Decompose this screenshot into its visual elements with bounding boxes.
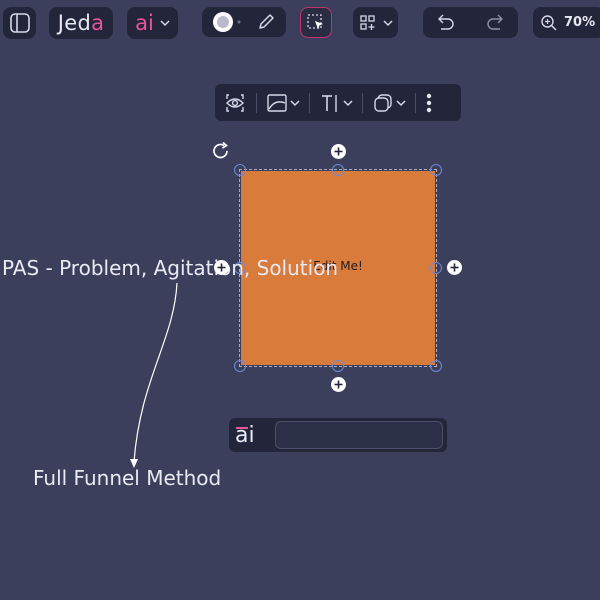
resize-handle-top-left[interactable] bbox=[234, 164, 246, 176]
redo-icon[interactable] bbox=[485, 14, 507, 32]
text-layer-pas[interactable]: PAS - Problem, Agitation, Solution bbox=[2, 256, 338, 280]
history-group bbox=[423, 7, 518, 38]
chevron-down-icon bbox=[290, 99, 300, 106]
sidebar-toggle-button[interactable] bbox=[3, 7, 36, 39]
chevron-down-icon bbox=[160, 20, 170, 27]
ai-logo: ai bbox=[235, 423, 275, 448]
add-element-button[interactable] bbox=[353, 7, 398, 38]
add-connection-bottom-button[interactable] bbox=[331, 377, 346, 392]
ai-prompt-input[interactable] bbox=[275, 421, 443, 449]
more-vertical-icon bbox=[426, 93, 432, 112]
text-cursor-icon bbox=[322, 94, 337, 112]
ai-logo-bar bbox=[236, 426, 248, 429]
selection-cursor-icon bbox=[307, 13, 323, 29]
chevron-down-icon bbox=[343, 99, 353, 106]
resize-handle-top[interactable] bbox=[332, 164, 344, 176]
more-options-button[interactable] bbox=[425, 91, 433, 115]
select-tool-button[interactable] bbox=[300, 7, 332, 38]
dot-icon bbox=[237, 20, 241, 24]
brand-name: Jed bbox=[57, 11, 92, 35]
eye-settings-icon bbox=[226, 93, 244, 112]
resize-handle-bottom[interactable] bbox=[332, 360, 344, 372]
visibility-button[interactable] bbox=[223, 92, 247, 114]
rounded-square-icon bbox=[374, 93, 392, 112]
fill-image-button[interactable] bbox=[266, 92, 300, 114]
toolbar-divider bbox=[256, 92, 257, 113]
resize-handle-right[interactable] bbox=[430, 262, 442, 274]
resize-handle-top-right[interactable] bbox=[430, 164, 442, 176]
resize-handle-bottom-left[interactable] bbox=[234, 360, 246, 372]
zoom-control[interactable]: 70% bbox=[533, 7, 600, 38]
toolbar-divider bbox=[309, 92, 310, 113]
text-style-button[interactable] bbox=[319, 92, 353, 114]
brand-accent: a bbox=[91, 11, 105, 35]
plus-icon bbox=[334, 380, 343, 389]
plus-icon bbox=[217, 263, 226, 272]
resize-handle-bottom-right[interactable] bbox=[430, 360, 442, 372]
plus-icon bbox=[334, 147, 343, 156]
brand-logo[interactable]: Jeda bbox=[49, 7, 113, 39]
rotate-icon[interactable] bbox=[211, 141, 231, 161]
sidebar-panel-icon bbox=[9, 13, 30, 33]
chevron-down-icon bbox=[396, 99, 406, 106]
undo-icon[interactable] bbox=[434, 14, 456, 32]
color-picker-button[interactable] bbox=[212, 11, 241, 33]
shape-style-button[interactable] bbox=[372, 92, 406, 114]
add-connection-right-button[interactable] bbox=[447, 260, 462, 275]
zoom-level: 70% bbox=[564, 15, 596, 30]
add-connection-left-button[interactable] bbox=[214, 260, 229, 275]
pencil-icon[interactable] bbox=[256, 12, 276, 32]
image-fill-icon bbox=[267, 93, 287, 112]
chevron-down-icon bbox=[382, 19, 393, 26]
toolbar-divider bbox=[362, 92, 363, 113]
shape-context-toolbar bbox=[215, 84, 461, 121]
grid-add-icon bbox=[359, 14, 375, 30]
zoom-in-icon bbox=[541, 14, 557, 31]
style-tools-group bbox=[202, 7, 286, 37]
add-connection-top-button[interactable] bbox=[331, 144, 346, 159]
ai-menu-button[interactable]: ai bbox=[127, 7, 178, 39]
ai-prompt-bar: ai bbox=[229, 418, 447, 452]
toolbar-divider bbox=[415, 92, 416, 113]
text-layer-funnel[interactable]: Full Funnel Method bbox=[33, 466, 221, 490]
color-wheel-icon bbox=[213, 12, 234, 32]
ai-menu-label: ai bbox=[135, 11, 154, 35]
plus-icon bbox=[450, 263, 459, 272]
